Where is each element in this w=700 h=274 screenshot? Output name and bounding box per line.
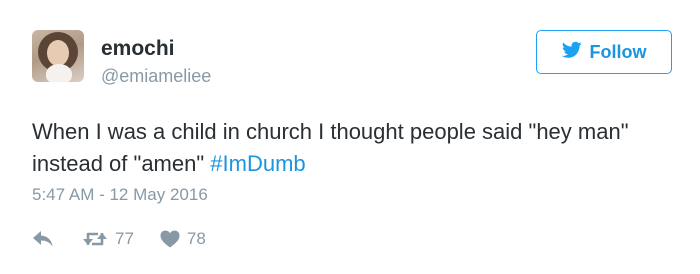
follow-label: Follow [589,41,647,62]
heart-icon [160,230,180,248]
avatar-face [47,40,69,66]
avatar[interactable] [32,30,84,82]
reply-icon [32,230,54,248]
retweet-count: 77 [115,229,134,248]
retweet-button[interactable]: 77 [82,229,134,249]
reply-button[interactable] [32,230,54,248]
like-count: 78 [186,229,206,248]
tweet-card: emochi @emiameliee Follow When I was a c… [0,0,700,274]
avatar-cat [46,64,72,82]
tweet-text: When I was a child in church I thought p… [32,116,652,180]
display-name[interactable]: emochi [101,37,175,61]
hashtag-link[interactable]: #ImDumb [210,151,305,176]
twitter-bird-icon [561,41,582,64]
tweet-body: When I was a child in church I thought p… [32,119,629,176]
retweet-icon [82,230,108,248]
timestamp[interactable]: 5:47 AM - 12 May 2016 [32,184,208,206]
user-handle[interactable]: @emiameliee [101,65,211,87]
follow-button[interactable]: Follow [536,30,672,74]
like-button[interactable]: 78 [160,229,206,249]
action-bar: 77 78 [32,226,206,252]
